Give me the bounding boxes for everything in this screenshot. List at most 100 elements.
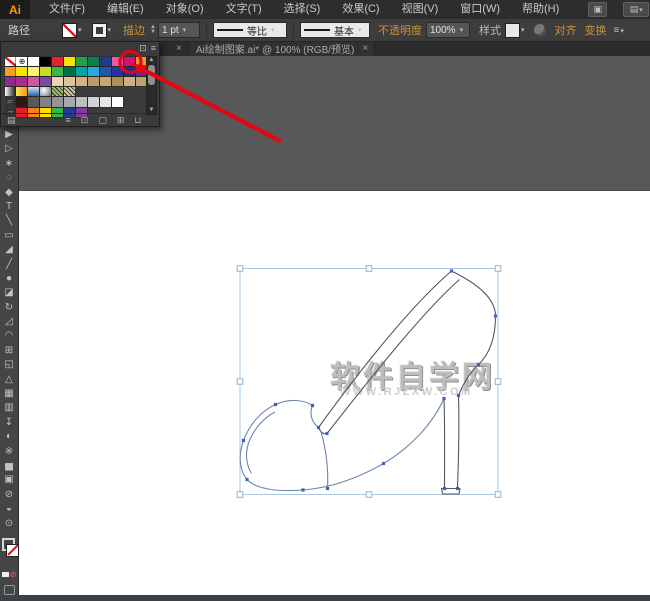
- swatch-2-0[interactable]: [4, 77, 16, 87]
- swatch-1-0[interactable]: [4, 67, 16, 77]
- swatch-2-2[interactable]: [28, 77, 40, 87]
- fill-stroke-indicator[interactable]: [1, 538, 19, 564]
- swatch-4-9[interactable]: [112, 97, 124, 107]
- color-group-folder-icon[interactable]: ▱: [4, 97, 16, 107]
- opacity-panel-link[interactable]: 不透明度: [378, 22, 422, 38]
- menu-item-7[interactable]: 窗口(W): [449, 0, 511, 19]
- style-swatch[interactable]: [504, 22, 520, 38]
- swatch-1-6[interactable]: [76, 67, 88, 77]
- swatch-none[interactable]: [4, 57, 16, 67]
- hand-tool[interactable]: ◒: [0, 502, 18, 516]
- symbol-sprayer-tool[interactable]: ※: [0, 445, 18, 459]
- swatch-libraries-menu-icon[interactable]: ▤: [7, 115, 16, 126]
- menu-item-6[interactable]: 视图(V): [391, 0, 450, 19]
- swatch-1-4[interactable]: [52, 67, 64, 77]
- swatch-0-2[interactable]: [28, 57, 40, 67]
- swatch-1-1[interactable]: [16, 67, 28, 77]
- workspace-switcher-icon[interactable]: ▤▾: [623, 2, 650, 17]
- swatch-1-8[interactable]: [100, 67, 112, 77]
- swatch-circled-blue[interactable]: [124, 67, 135, 77]
- swatch-0-4[interactable]: [52, 57, 64, 67]
- eyedropper-tool[interactable]: ↧: [0, 416, 18, 430]
- shape-builder-tool[interactable]: ◱: [0, 358, 18, 372]
- swatch-scrollbar[interactable]: ▲ ▼: [146, 56, 157, 115]
- swatch-2-4[interactable]: [52, 77, 64, 87]
- scale-tool[interactable]: ◿: [0, 315, 18, 329]
- paintbrush-tool[interactable]: ◢: [0, 243, 18, 257]
- selection-tool[interactable]: ▶: [0, 128, 18, 142]
- type-tool[interactable]: T: [0, 200, 18, 214]
- menu-item-2[interactable]: 对象(O): [155, 0, 215, 19]
- pattern-swatch-5[interactable]: [64, 87, 76, 97]
- stroke-weight-stepper[interactable]: ▲ ▼: [150, 24, 156, 35]
- swatch-2-3[interactable]: [40, 77, 52, 87]
- panel-close-icon[interactable]: ×: [176, 43, 182, 54]
- swatch-4-5[interactable]: [64, 97, 76, 107]
- fill-dropdown-icon[interactable]: ▾: [78, 26, 82, 34]
- draw-mode-button[interactable]: [4, 585, 15, 595]
- swatch-0-6[interactable]: [76, 57, 88, 67]
- swatch-1-3[interactable]: [40, 67, 52, 77]
- selection-handle[interactable]: [236, 265, 244, 272]
- tab-close-icon[interactable]: ×: [362, 43, 368, 54]
- control-panel-menu-icon[interactable]: ≡▾: [614, 25, 624, 36]
- bridge-icon[interactable]: ▣: [588, 2, 608, 17]
- gradient-swatch-3[interactable]: [40, 87, 52, 97]
- color-button[interactable]: [1, 572, 9, 577]
- fill-color-swatch[interactable]: [62, 22, 77, 38]
- swatch-4-8[interactable]: [100, 97, 112, 107]
- swatch-registration[interactable]: ⊕: [16, 57, 28, 67]
- opacity-combo[interactable]: 100% ▾: [425, 22, 470, 38]
- new-color-group-icon[interactable]: ▢: [98, 115, 107, 126]
- selection-handle[interactable]: [365, 491, 373, 498]
- scroll-up-icon[interactable]: ▲: [147, 57, 156, 64]
- swatch-2-5[interactable]: [64, 77, 76, 87]
- swatch-2-8[interactable]: [100, 77, 112, 87]
- rotate-tool[interactable]: ↻: [0, 301, 18, 315]
- swatch-0-3[interactable]: [40, 57, 52, 67]
- swatch-2-9[interactable]: [112, 77, 124, 87]
- selection-handle[interactable]: [236, 378, 244, 385]
- recolor-artwork-icon[interactable]: [533, 24, 546, 36]
- document-canvas[interactable]: 软件自学网 WWW.RJZXW.COM: [18, 56, 650, 595]
- perspective-grid-tool[interactable]: △: [0, 373, 18, 387]
- swatch-2-1[interactable]: [16, 77, 28, 87]
- stroke-color-swatch[interactable]: [91, 22, 107, 38]
- rectangle-tool[interactable]: ▭: [0, 229, 18, 243]
- slice-tool[interactable]: ⊘: [0, 488, 18, 502]
- new-swatch-icon[interactable]: ⊞: [117, 115, 125, 126]
- color-mode-buttons[interactable]: ⊘: [1, 570, 17, 579]
- blend-tool[interactable]: ◐: [0, 430, 18, 444]
- line-segment-tool[interactable]: ╲: [0, 214, 18, 228]
- column-graph-tool[interactable]: ▅: [0, 459, 18, 473]
- gradient-swatch-2[interactable]: [28, 87, 40, 97]
- swatch-1-5[interactable]: [64, 67, 76, 77]
- artboard-tool[interactable]: ▣: [0, 473, 18, 487]
- selection-handle[interactable]: [494, 378, 502, 385]
- mesh-tool[interactable]: ▦: [0, 387, 18, 401]
- selection-handle[interactable]: [494, 491, 502, 498]
- free-transform-tool[interactable]: ⊞: [0, 344, 18, 358]
- swatch-1-9[interactable]: [112, 67, 124, 77]
- swatch-4-3[interactable]: [40, 97, 52, 107]
- fill-proxy-icon[interactable]: [6, 544, 19, 557]
- transform-panel-link[interactable]: 变换: [585, 22, 607, 38]
- width-profile-combo[interactable]: 等比 ▾: [212, 22, 287, 38]
- stroke-dropdown-icon[interactable]: ▾: [108, 26, 112, 34]
- selection-handle[interactable]: [494, 265, 502, 272]
- swatch-options-icon[interactable]: ⊡: [81, 115, 89, 126]
- stroke-weight-combo[interactable]: 1 pt ▾: [157, 22, 200, 38]
- swatch-2-6[interactable]: [76, 77, 88, 87]
- zoom-tool[interactable]: ⊙: [0, 517, 18, 531]
- swatch-0-9[interactable]: [112, 57, 124, 67]
- panel-flyout-menu-icon[interactable]: ≡: [151, 43, 156, 54]
- lasso-tool[interactable]: ◌: [0, 171, 18, 185]
- swatch-0-5[interactable]: [64, 57, 76, 67]
- selection-handle[interactable]: [365, 265, 373, 272]
- align-panel-link[interactable]: 对齐: [555, 22, 577, 38]
- magic-wand-tool[interactable]: ∗: [0, 157, 18, 171]
- pen-tool[interactable]: ◆: [0, 186, 18, 200]
- menu-item-5[interactable]: 效果(C): [331, 0, 390, 19]
- swatch-4-2[interactable]: [28, 97, 40, 107]
- menu-item-4[interactable]: 选择(S): [273, 0, 332, 19]
